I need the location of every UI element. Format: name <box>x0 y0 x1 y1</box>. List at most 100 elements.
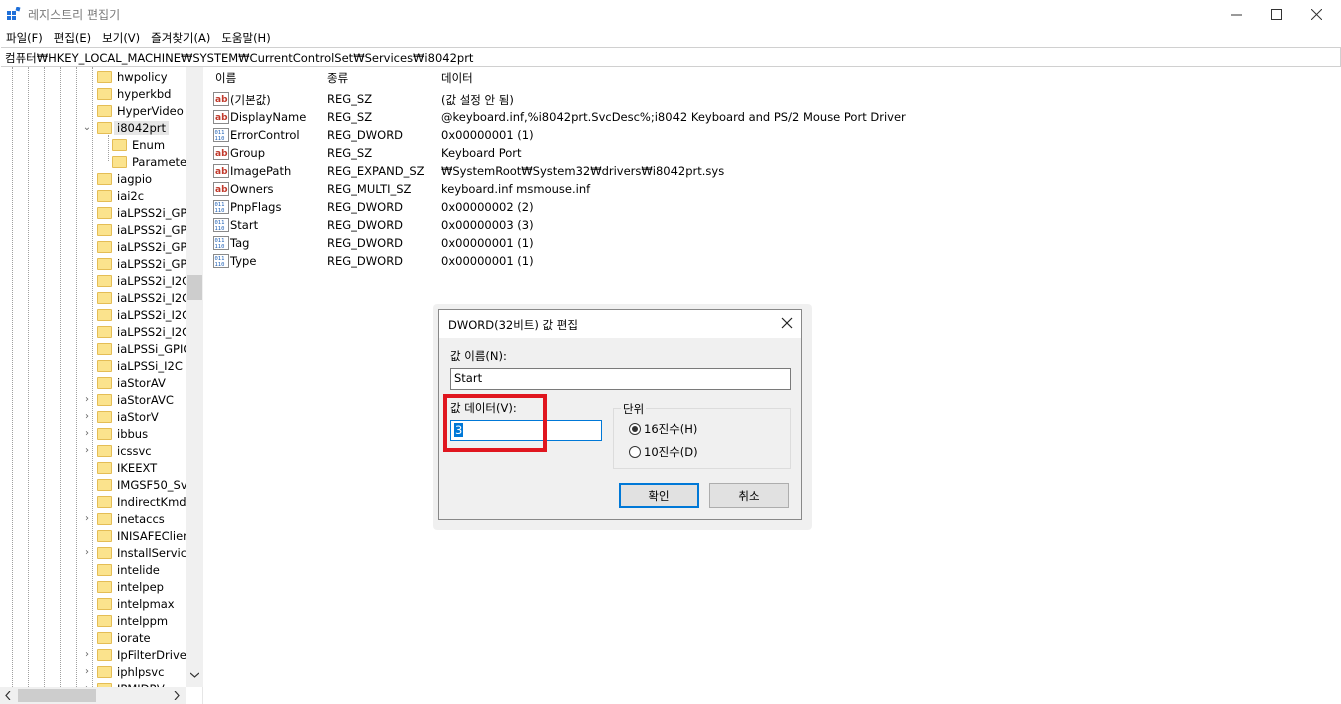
maximize-icon <box>1270 8 1282 20</box>
tree-item[interactable]: iaLPSS2i_I2C_ <box>97 323 196 340</box>
folder-icon <box>97 529 112 542</box>
value-type: REG_SZ <box>327 110 373 124</box>
key-tree[interactable]: hwpolicy hyperkbd HyperVideo i8042prt ⌄ Enum P… <box>0 67 203 704</box>
tree-item[interactable]: iai2c <box>97 187 144 204</box>
tree-vertical-scrollbar[interactable] <box>186 67 203 687</box>
hex-radio[interactable]: 16진수(H) <box>629 421 697 437</box>
tree-item[interactable]: iaLPSS2i_I2C_ <box>97 306 196 323</box>
hex-radio-label: 16진수(H) <box>644 422 698 436</box>
tree-item-label: hyperkbd <box>117 86 172 101</box>
tree-item[interactable]: ibbus <box>97 425 148 442</box>
dec-radio[interactable]: 10진수(D) <box>629 444 698 460</box>
menu-view[interactable]: 보기(V) <box>96 28 145 47</box>
folder-icon <box>97 614 112 627</box>
tree-item[interactable]: IndirectKmd <box>97 493 187 510</box>
tree-item[interactable]: Enum <box>112 136 165 153</box>
tree-guide-line <box>92 67 93 687</box>
value-row[interactable]: 011 110 ErrorControl REG_DWORD 0x00000001 (1… <box>204 127 1104 145</box>
tree-item[interactable]: INISAFEClientI <box>97 527 198 544</box>
tree-item[interactable]: intelide <box>97 561 160 578</box>
folder-icon <box>97 87 112 100</box>
tree-item[interactable]: intelppm <box>97 612 168 629</box>
dialog-close-icon[interactable] <box>779 315 795 331</box>
svg-text:110: 110 <box>215 136 225 142</box>
tree-horizontal-scrollbar[interactable] <box>0 687 186 704</box>
tree-item[interactable]: iaLPSSi_I2C <box>97 357 183 374</box>
value-type: REG_EXPAND_SZ <box>327 164 425 178</box>
tree-item[interactable]: iaLPSS2i_GPIC <box>97 221 199 238</box>
tree-item[interactable]: iagpio <box>97 170 152 187</box>
tree-item[interactable]: Parameters <box>112 153 198 170</box>
value-row[interactable]: ab DisplayName REG_SZ @keyboard.inf,%i8042p… <box>204 109 1104 127</box>
scroll-left-icon[interactable] <box>4 691 11 700</box>
tree-item[interactable]: iaStorAVC <box>97 391 174 408</box>
value-row[interactable]: ab (기본값) REG_SZ (값 설정 안 됨) <box>204 91 1104 109</box>
tree-item[interactable]: iaLPSS2i_GPIC <box>97 238 199 255</box>
string-value-icon: ab <box>213 92 229 106</box>
tree-item[interactable]: hyperkbd <box>97 85 171 102</box>
tree-item[interactable]: i8042prt <box>97 119 169 136</box>
chevron-right-icon[interactable]: › <box>82 411 92 422</box>
tree-item[interactable]: iaLPSS2i_I2C_ <box>97 289 196 306</box>
scroll-right-icon[interactable] <box>174 691 181 700</box>
ok-button[interactable]: 확인 <box>619 483 699 508</box>
value-row[interactable]: ab Group REG_SZ Keyboard Port <box>204 145 1104 163</box>
tree-item[interactable]: iaLPSSi_GPIO <box>97 340 192 357</box>
menu-favorites[interactable]: 즐겨찾기(A) <box>145 28 215 47</box>
folder-icon <box>97 376 112 389</box>
tree-item[interactable]: HyperVideo <box>97 102 184 119</box>
tree-item[interactable]: IpFilterDriver <box>97 646 192 663</box>
folder-icon <box>97 223 112 236</box>
tree-item[interactable]: iaStorAV <box>97 374 166 391</box>
value-data: 0x00000002 (2) <box>441 200 534 214</box>
tree-item[interactable]: icssvc <box>97 442 152 459</box>
chevron-right-icon[interactable]: › <box>82 649 92 660</box>
tree-item[interactable]: intelpep <box>97 578 164 595</box>
value-row[interactable]: 011 110 Tag REG_DWORD 0x00000001 (1) <box>204 235 1104 253</box>
folder-icon <box>97 206 112 219</box>
column-header-name[interactable]: 이름 <box>215 67 236 89</box>
tree-item[interactable]: iphlpsvc <box>97 663 164 680</box>
value-row[interactable]: ab Owners REG_MULTI_SZ keyboard.inf msmouse… <box>204 181 1104 199</box>
tree-item[interactable]: inetaccs <box>97 510 165 527</box>
value-row[interactable]: 011 110 PnpFlags REG_DWORD 0x00000002 (2) <box>204 199 1104 217</box>
tree-item[interactable]: iaLPSS2i_GPIC <box>97 204 199 221</box>
tree-item[interactable]: IMGSF50_Svc <box>97 476 194 493</box>
value-row[interactable]: 011 110 Start REG_DWORD 0x00000003 (3) <box>204 217 1104 235</box>
tree-item[interactable]: iorate <box>97 629 151 646</box>
tree-item[interactable]: InstallService <box>97 544 194 561</box>
value-row[interactable]: 011 110 Type REG_DWORD 0x00000001 (1) <box>204 253 1104 271</box>
menu-help[interactable]: 도움말(H) <box>215 28 275 47</box>
tree-item[interactable]: IKEEXT <box>97 459 157 476</box>
tree-item[interactable]: iaLPSS2i_GPIC <box>97 255 199 272</box>
chevron-right-icon[interactable]: › <box>82 666 92 677</box>
column-header-type[interactable]: 종류 <box>327 67 348 89</box>
scroll-down-icon[interactable] <box>190 672 199 679</box>
menu-file[interactable]: 파일(F) <box>0 28 48 47</box>
tree-item[interactable]: hwpolicy <box>97 68 168 85</box>
cancel-button[interactable]: 취소 <box>709 483 789 508</box>
scroll-thumb[interactable] <box>18 689 96 702</box>
folder-icon <box>97 478 112 491</box>
tree-item[interactable]: intelpmax <box>97 595 175 612</box>
chevron-down-icon[interactable]: ⌄ <box>82 122 92 133</box>
value-row[interactable]: ab ImagePath REG_EXPAND_SZ ₩SystemRoot₩Syst… <box>204 163 1104 181</box>
chevron-right-icon[interactable]: › <box>82 445 92 456</box>
tree-item-label: iaStorAV <box>117 375 166 390</box>
close-button[interactable] <box>1293 0 1339 28</box>
tree-item-label: IMGSF50_Svc <box>117 477 194 492</box>
column-header-data[interactable]: 데이터 <box>441 67 473 89</box>
tree-item[interactable]: iaLPSS2i_I2C <box>97 272 190 289</box>
tree-guide-line <box>108 135 109 161</box>
chevron-right-icon[interactable]: › <box>82 394 92 405</box>
chevron-right-icon[interactable]: › <box>82 428 92 439</box>
svg-text:ab: ab <box>215 167 228 177</box>
scroll-thumb[interactable] <box>187 275 202 300</box>
value-name-field[interactable]: Start <box>450 368 791 390</box>
chevron-right-icon[interactable]: › <box>82 513 92 524</box>
menu-edit[interactable]: 편집(E) <box>48 28 96 47</box>
chevron-right-icon[interactable]: › <box>82 547 92 558</box>
address-bar[interactable]: 컴퓨터₩HKEY_LOCAL_MACHINE₩SYSTEM₩CurrentCon… <box>1 47 1341 67</box>
value-name: Type <box>230 254 257 268</box>
tree-item[interactable]: iaStorV <box>97 408 159 425</box>
